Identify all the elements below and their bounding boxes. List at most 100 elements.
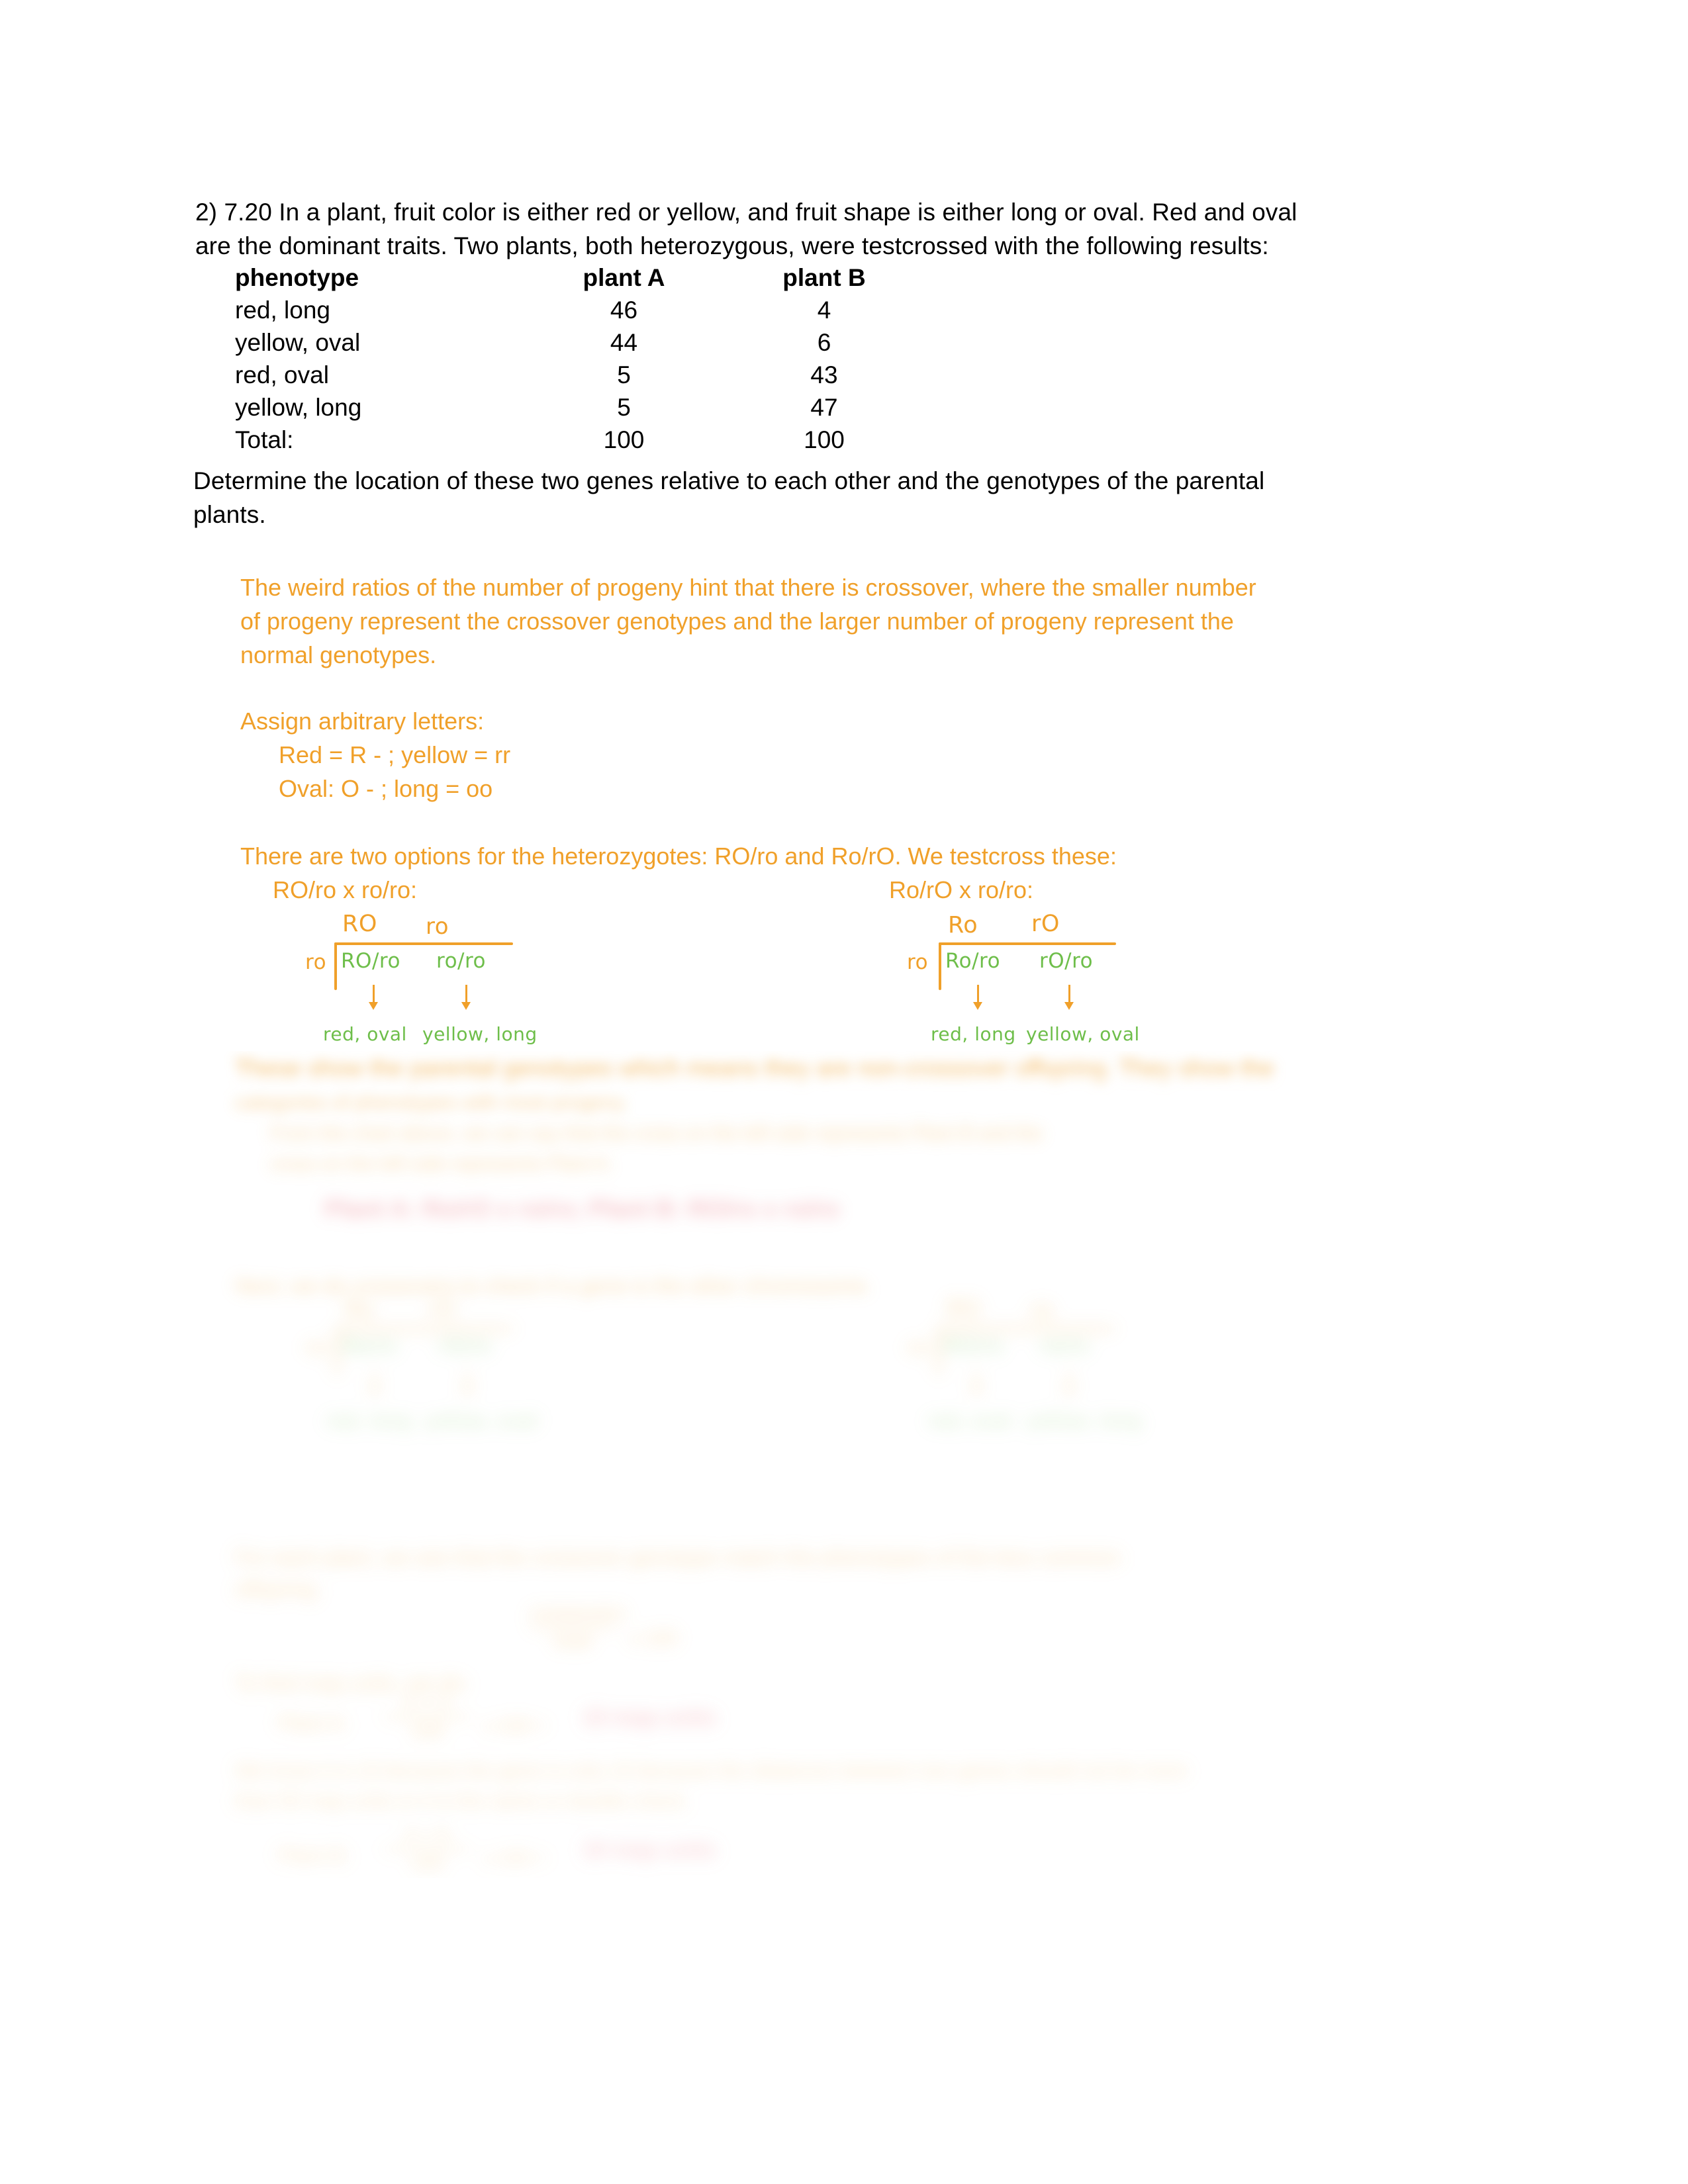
blur-plant-b-numerator: 4 + 6 (404, 1824, 449, 1846)
punnett-left-result-2: yellow, long (422, 1023, 538, 1045)
punnett-left-result-1: red, oval (323, 1023, 407, 1045)
blur-punnett-left-vrule (336, 1328, 338, 1375)
punnett-right-arrow-2 (1064, 985, 1074, 1010)
blur-plant-a-bar (384, 1716, 470, 1718)
question-line-1: 2) 7.20 In a plant, fruit color is eithe… (195, 199, 1297, 226)
punnett-right-cell-1: Ro/ro (945, 949, 1001, 973)
cell-phenotype: yellow, oval (235, 329, 361, 356)
blur-formula-bar (530, 1626, 616, 1628)
blur-para2-line2: categories of phenotypes with most proge… (235, 1092, 628, 1114)
punnett-left-arrow-1 (369, 985, 378, 1010)
question-line-2: are the dominant traits. Two plants, bot… (195, 232, 1269, 259)
prompt-line-1: Determine the location of these two gene… (193, 467, 1265, 494)
punnett-right-result-2: yellow, oval (1026, 1023, 1140, 1045)
cell-plant-a: 44 (610, 329, 638, 356)
blur-plant-b-result: 10 map units (583, 1837, 716, 1862)
cell-phenotype: red, oval (235, 361, 329, 388)
table-row: red, long 46 4 (235, 294, 910, 326)
column-header-phenotype: phenotype (235, 264, 359, 291)
punnett-left-arrow-2 (461, 985, 471, 1010)
blur-para2-line3: From the chart above, we can say that th… (270, 1123, 1043, 1144)
cell-phenotype: Total: (235, 426, 294, 453)
punnett-left-gamete-top-left: RO (342, 911, 377, 937)
punnett-right-gamete-top-right: rO (1031, 911, 1060, 937)
blur-plant-a-denominator: 100 (410, 1720, 444, 1742)
blurred-lower-section: These show the parental genotypes which … (0, 1051, 1688, 1878)
options-heading: There are two options for the heterozygo… (240, 842, 1117, 870)
blur-plant-b-bar (384, 1848, 470, 1850)
cell-plant-a: 5 (617, 361, 631, 388)
blur-punnett-right-cell-2: ro/ro (1039, 1334, 1090, 1358)
blur-formula-denominator: total (553, 1630, 592, 1652)
table-header-row: phenotype plant A plant B (235, 261, 910, 294)
punnett-right-horizontal-rule (939, 942, 1116, 945)
cell-plant-b: 100 (804, 426, 845, 453)
blur-para2-line4: cross on the left side represents Plant … (270, 1154, 614, 1175)
blur-plant-a-multiplier: x 100 = (483, 1715, 547, 1737)
answer-para1-line1: The weird ratios of the number of progen… (240, 574, 1256, 601)
blur-punnett-left-result-1: red, long (326, 1410, 412, 1432)
blur-punnett-left-cell-2: rO/ro (438, 1334, 492, 1358)
blur-plant-a-numerator: 5 + 5 (404, 1692, 449, 1713)
assign-letters-oval: Oval: O - ; long = oo (279, 775, 493, 802)
blur-punnett-right-side: ro (907, 1336, 929, 1359)
cell-plant-b: 47 (810, 394, 838, 421)
blur-punnett-left-hrule (336, 1328, 513, 1330)
punnett-left-gamete-side: ro (305, 950, 327, 974)
punnett-square-left: RO ro ro RO/ro ro/ro red, oval yellow, l… (301, 911, 579, 1045)
punnett-left-cell-2: ro/ro (436, 949, 487, 973)
blur-punnett-left-result-2: yellow, oval (424, 1410, 538, 1432)
blur-punnett-right-result-2: yellow, long (1026, 1410, 1141, 1432)
blur-plant-b-denominator: 100 (410, 1852, 444, 1874)
punnett-right-gamete-side: ro (907, 950, 929, 974)
cell-plant-b: 43 (810, 361, 838, 388)
blur-formula-note: crossovers total (530, 1602, 626, 1653)
blur-para4-line1: For each plant, we see that the crossove… (235, 1545, 1121, 1569)
blur-punnett-left-side: ro (305, 1336, 327, 1359)
blur-para6-line1: We know it is 10 because the gene is onl… (235, 1760, 1188, 1782)
blur-para6-line2: than 50 map units or it is the same or d… (235, 1790, 690, 1812)
results-table: phenotype plant A plant B red, long 46 4… (235, 261, 910, 456)
blur-formula-note-eq: x 100 (629, 1627, 678, 1649)
assign-letters-red: Red = R - ; yellow = rr (279, 741, 511, 768)
punnett-square-right: Ro rO ro Ro/ro rO/ro red, long yellow, o… (900, 911, 1192, 1045)
table-row-total: Total: 100 100 (235, 424, 910, 456)
cell-plant-a: 46 (610, 296, 638, 324)
punnett-left-gamete-top-right: ro (426, 913, 449, 940)
cell-plant-a: 5 (617, 394, 631, 421)
blur-punnett-square-left: Ro rO ro Ro/ro rO/ro red, long yellow, o… (301, 1296, 592, 1435)
cross-right-label: Ro/rO x ro/ro: (889, 876, 1034, 903)
blur-punnett-left-cell-1: Ro/ro (342, 1334, 398, 1358)
blur-punnett-right-arrow-1 (972, 1370, 981, 1395)
prompt-line-2: plants. (193, 501, 266, 528)
column-header-plant-b: plant B (782, 264, 866, 291)
answer-para1-line2: of progeny represent the crossover genot… (240, 608, 1234, 635)
assign-letters-heading: Assign arbitrary letters: (240, 707, 485, 735)
punnett-left-cell-1: RO/ro (341, 949, 400, 973)
blur-plant-a-fraction: 5 + 5 100 (384, 1692, 470, 1743)
blur-punnett-left-arrow-1 (370, 1370, 379, 1395)
blur-punnett-right-top-right: ro (1030, 1297, 1054, 1324)
blur-para2-line1: These show the parental genotypes which … (235, 1056, 1274, 1083)
blur-punnett-square-right: RO ro ro RO/ro ro/ro red, oval yellow, l… (900, 1296, 1192, 1435)
punnett-right-cell-2: rO/ro (1039, 949, 1094, 973)
blur-formula-numerator: crossovers (530, 1602, 626, 1623)
blur-punnett-left-arrow-2 (463, 1370, 472, 1395)
cell-plant-a: 100 (603, 426, 645, 453)
column-header-plant-a: plant A (583, 264, 665, 291)
blur-punnett-right-top-left: RO (947, 1296, 981, 1322)
blur-plant-b-multiplier: x 100 = (483, 1848, 547, 1869)
punnett-left-vertical-rule (334, 942, 337, 990)
blur-punnett-right-arrow-2 (1064, 1370, 1074, 1395)
blur-punnett-right-hrule (937, 1328, 1115, 1330)
cell-phenotype: red, long (235, 296, 330, 324)
blur-punnett-right-result-1: red, oval (928, 1410, 1012, 1432)
punnett-right-arrow-1 (973, 985, 982, 1010)
punnett-left-horizontal-rule (334, 942, 513, 945)
cell-phenotype: yellow, long (235, 394, 362, 421)
table-row: yellow, oval 44 6 (235, 326, 910, 359)
punnett-right-gamete-top-left: Ro (948, 912, 978, 938)
cell-plant-b: 4 (817, 296, 831, 324)
blur-punnett-right-cell-1: RO/ro (944, 1334, 1004, 1358)
blur-plant-b-label: Plant B: (278, 1844, 350, 1867)
